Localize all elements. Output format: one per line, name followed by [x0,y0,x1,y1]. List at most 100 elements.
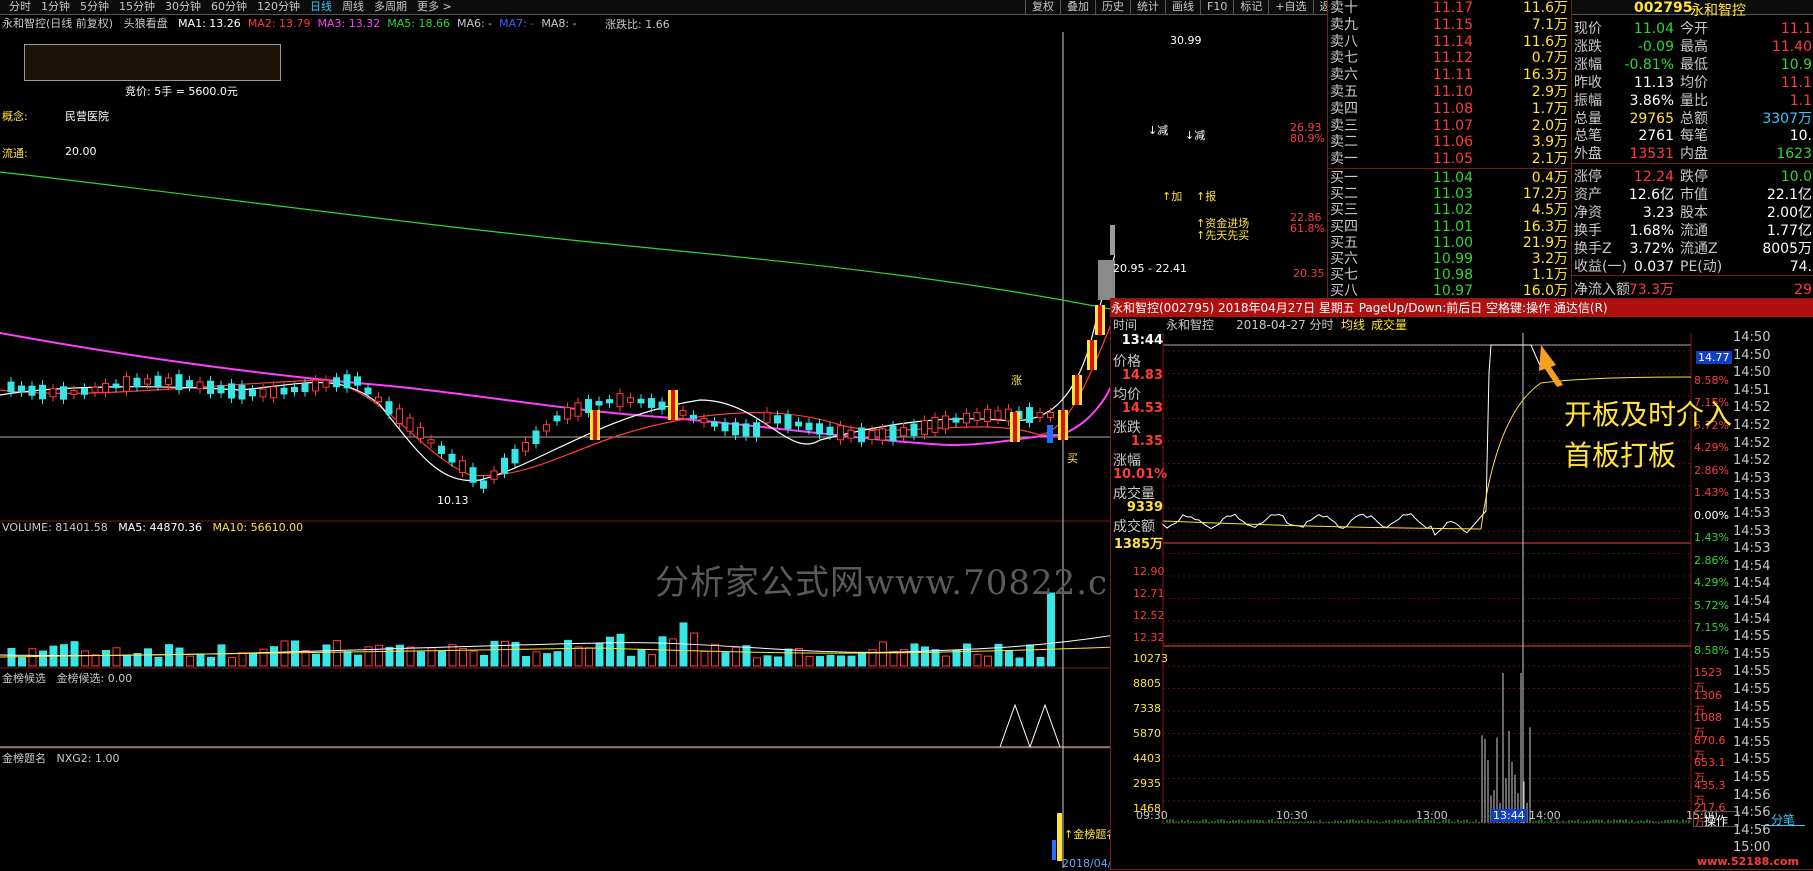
ask-row-2[interactable]: 卖八 11.14 11.6万 [1328,34,1571,50]
ask-row-3[interactable]: 卖七 11.12 0.7万 [1328,50,1571,66]
period-tab-4[interactable]: 30分钟 [160,0,206,14]
callout-first-board: 首板打板 [1564,439,1677,472]
bid-row-7[interactable]: 买八 10.97 16.0万 [1328,283,1571,299]
ask-row-6[interactable]: 卖四 11.08 1.7万 [1328,101,1571,117]
bid-row-6[interactable]: 买七 10.98 1.1万 [1328,267,1571,283]
candle [627,397,634,403]
pct-axis-label: 1.43% [1694,531,1729,544]
period-tab-0[interactable]: 分时 [4,0,36,14]
period-tab-9[interactable]: 多周期 [369,0,412,14]
bid-row-3[interactable]: 买四 11.01 16.3万 [1328,219,1571,235]
ask-row-5[interactable]: 卖五 11.10 2.9万 [1328,84,1571,100]
panel2-value: 金榜候选: 0.00 [56,672,133,685]
quote-label: 昨收 [1574,74,1602,91]
vol-axis-label: 4403 [1133,752,1161,765]
volume-bar [595,642,604,667]
candle [196,381,204,390]
ask-row-1[interactable]: 卖九 11.15 7.1万 [1328,17,1571,33]
bid-label: 买五 [1330,234,1358,251]
quote-label: 涨跌 [1574,38,1602,55]
candle [133,377,141,388]
candle [438,445,445,454]
ask-row-7[interactable]: 卖三 11.07 2.0万 [1328,118,1571,134]
quote-label-2: PE(动) [1680,258,1723,275]
ask-price: 11.08 [1432,100,1473,117]
tool-button-1[interactable]: 叠加 [1060,0,1095,14]
panel3-bar [1057,813,1062,861]
volume-bar [322,644,331,667]
period-tab-5[interactable]: 60分钟 [206,0,252,14]
ask-row-9[interactable]: 卖一 11.05 2.1万 [1328,151,1571,167]
popup-title[interactable]: 永和智控(002795) 2018年04月27日 星期五 PageUp/Down… [1111,299,1813,317]
period-tab-6[interactable]: 120分钟 [252,0,305,14]
tool-button-0[interactable]: 复权 [1025,0,1060,14]
volume-bar [847,655,856,667]
volume-bar [732,646,740,667]
candle [18,385,25,393]
candle [742,423,750,437]
quote-value: 3.23 [1642,205,1674,221]
ask-price: 11.07 [1432,117,1473,134]
candle [679,410,687,416]
volume-bar [574,646,583,667]
period-tab-1[interactable]: 1分钟 [36,0,75,14]
chart-title: 永和智控(日线 前复权) [2,17,114,30]
volume-bar [763,655,772,667]
candle [406,417,414,432]
tool-button-4[interactable]: 画线 [1165,0,1200,14]
ask-label: 卖一 [1330,151,1358,168]
bid-row-5[interactable]: 买六 10.99 3.2万 [1328,251,1571,267]
tool-button-3[interactable]: 统计 [1130,0,1165,14]
info-value-3: 1.35 [1130,434,1163,449]
period-tab-10[interactable]: 更多 > [412,0,457,14]
bid-label: 买三 [1330,202,1358,219]
period-tab-2[interactable]: 5分钟 [75,0,114,14]
vol-axis-label: 2935 [1133,777,1161,790]
intraday-popup[interactable]: 永和智控(002795) 2018年04月27日 星期五 PageUp/Down… [1110,298,1813,870]
period-tab-7[interactable]: 日线 [305,0,337,14]
limit-up-candle-core [1061,410,1065,440]
volume-bar [280,640,289,667]
volume-bar [805,655,814,667]
candle [931,416,939,433]
volume-bar [490,640,499,667]
panel2-label[interactable]: 金榜候选 [2,672,46,685]
candle [385,401,393,415]
volume-bar [39,650,47,667]
candle [595,401,603,406]
volume-bar [459,648,467,667]
ask-row-4[interactable]: 卖六 11.11 16.3万 [1328,67,1571,83]
ask-row-0[interactable]: 卖十 11.17 11.6万 [1328,0,1571,16]
indicator-name[interactable]: 头狼看盘 [124,17,168,30]
tool-button-7[interactable]: +自选 [1268,0,1312,14]
bid-row-0[interactable]: 买一 11.04 0.4万 [1328,170,1571,186]
tool-button-2[interactable]: 历史 [1095,0,1130,14]
candle [1026,407,1033,423]
volume-bar [291,640,299,667]
candle [207,380,214,394]
popup-vol-legend: 成交量 [1371,318,1408,332]
tool-button-6[interactable]: 标记 [1233,0,1268,14]
volume-bar [270,646,278,667]
panel3-label[interactable]: 金榜题名 [2,752,46,765]
volume-bar [658,636,667,667]
ask-row-8[interactable]: 卖二 11.06 3.9万 [1328,134,1571,150]
tool-button-5[interactable]: F10 [1200,0,1233,14]
tick-time: 14:54 [1733,594,1771,609]
period-tab-8[interactable]: 周线 [337,0,369,14]
volume-bar [616,633,625,667]
limit-up-candle-core [1090,340,1094,370]
ask-label: 卖五 [1330,84,1358,100]
tick-time: 14:50 [1733,365,1771,381]
bid-row-2[interactable]: 买三 11.02 4.5万 [1328,202,1571,218]
quote-label-2: 今开 [1680,21,1708,37]
period-tab-3[interactable]: 15分钟 [114,0,160,14]
quote-value-2: 10.9 [1780,56,1812,73]
volume-bar [186,655,194,667]
kline-chart[interactable] [0,15,1115,868]
pct-axis-label: 8.58% [1694,643,1729,657]
bid-volume: 17.2万 [1522,186,1568,203]
low-label: 10.13 [437,494,469,507]
bid-row-4[interactable]: 买五 11.00 21.9万 [1328,235,1571,251]
bid-row-1[interactable]: 买二 11.03 17.2万 [1328,186,1571,202]
